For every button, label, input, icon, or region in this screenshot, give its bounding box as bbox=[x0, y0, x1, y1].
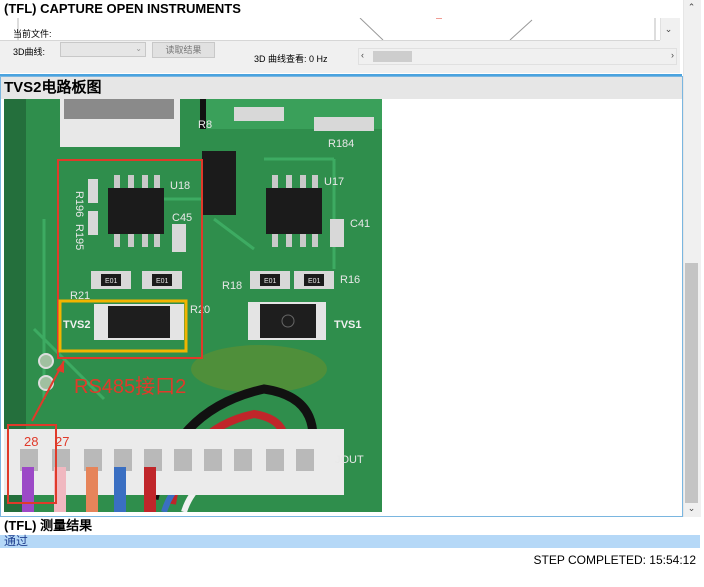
chip-u18 bbox=[108, 188, 164, 234]
label-tvs1: TVS1 bbox=[334, 319, 362, 331]
label-jout: JOUT bbox=[335, 454, 364, 466]
tvs2-diode bbox=[108, 306, 170, 338]
wire-purple bbox=[22, 467, 34, 512]
chevron-down-icon[interactable]: ⌄ bbox=[660, 24, 677, 35]
curve-view-label: 3D 曲线查看: 0 Hz bbox=[254, 54, 328, 64]
preview-curve-left bbox=[359, 18, 384, 40]
scrollbar-thumb[interactable] bbox=[373, 51, 412, 62]
label-pin-27: 27 bbox=[55, 434, 69, 449]
chevron-right-icon[interactable]: › bbox=[671, 50, 674, 60]
top-connector-wires bbox=[64, 99, 174, 119]
circuit-title-bar bbox=[1, 77, 682, 99]
label-rs485: RS485接口2 bbox=[74, 375, 186, 398]
label-e01-b: E01 bbox=[156, 278, 169, 285]
wire-orange bbox=[86, 467, 98, 512]
label-r20: R20 bbox=[190, 304, 210, 316]
label-e01-a: E01 bbox=[105, 278, 118, 285]
wire-red-2 bbox=[144, 467, 156, 512]
label-r16: R16 bbox=[340, 274, 360, 286]
inductor bbox=[202, 151, 236, 215]
label-e01-c: E01 bbox=[264, 278, 277, 285]
current-file-label: 当前文件: bbox=[13, 29, 52, 39]
scrollbar-thumb[interactable] bbox=[685, 263, 698, 503]
label-pin-28: 28 bbox=[24, 434, 38, 449]
result-value: 通过 bbox=[4, 534, 29, 548]
label-r195: R195 bbox=[73, 224, 85, 250]
result-title: (TFL) 测量结果 bbox=[4, 518, 93, 533]
chevron-left-icon[interactable]: ‹ bbox=[361, 50, 364, 60]
tvs1-diode bbox=[260, 304, 316, 338]
horizontal-scrollbar[interactable]: ‹ › bbox=[358, 48, 677, 65]
wire-blue-2 bbox=[114, 467, 126, 512]
curve-preview bbox=[17, 18, 656, 40]
label-c41: C41 bbox=[350, 218, 370, 230]
label-r8: R8 bbox=[198, 119, 212, 131]
via-hole bbox=[38, 375, 54, 391]
top-chart-area bbox=[0, 18, 660, 41]
label-r196: R196 bbox=[73, 191, 85, 217]
chip-u17 bbox=[266, 188, 322, 234]
preview-curve-right bbox=[509, 19, 533, 40]
label-e01-d: E01 bbox=[308, 278, 321, 285]
circuit-title: TVS2电路板图 bbox=[4, 79, 102, 96]
label-tvs2: TVS2 bbox=[63, 319, 91, 331]
read-result-button[interactable]: 读取结果 bbox=[152, 42, 215, 58]
curve-label: 3D曲线: bbox=[13, 47, 46, 57]
label-r184: R184 bbox=[328, 138, 354, 150]
chevron-up-icon[interactable]: ⌃ bbox=[683, 2, 700, 13]
chevron-down-icon: ⌄ bbox=[135, 44, 142, 53]
circuit-board-photo: R8 R184 R196 R195 U18 U17 C45 C41 R21 R2… bbox=[4, 99, 382, 512]
top-panel-title: (TFL) CAPTURE OPEN INSTRUMENTS bbox=[4, 1, 241, 16]
result-row[interactable] bbox=[0, 535, 700, 548]
label-u17: U17 bbox=[324, 176, 344, 188]
label-r18: R18 bbox=[222, 280, 242, 292]
via-hole bbox=[38, 353, 54, 369]
curve-select[interactable]: ⌄ bbox=[60, 42, 146, 57]
step-status: STEP COMPLETED: 15:54:12 bbox=[533, 553, 696, 567]
label-c45: C45 bbox=[172, 212, 192, 224]
label-u18: U18 bbox=[170, 180, 190, 192]
chevron-down-icon[interactable]: ⌄ bbox=[683, 503, 700, 514]
